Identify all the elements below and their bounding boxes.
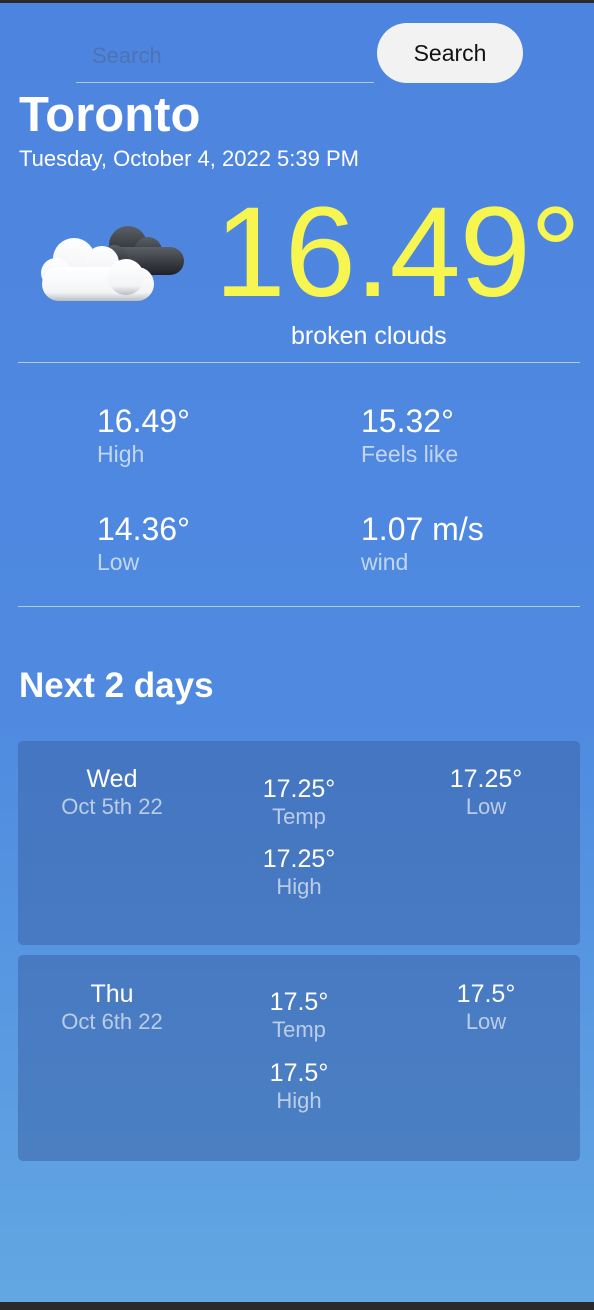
stat-feels-like-value: 15.32° <box>361 403 454 439</box>
forecast-day-card: Thu Oct 6th 22 17.5° Temp 17.5° High 17.… <box>18 955 580 1161</box>
forecast-temp-value: 17.5° <box>269 988 329 1016</box>
stat-low-label: Low <box>97 549 140 575</box>
weather-description: broken clouds <box>291 322 447 350</box>
search-input[interactable] <box>76 29 374 83</box>
forecast-low: 17.5° Low <box>416 980 556 1035</box>
divider <box>18 362 580 363</box>
forecast-high-value: 17.5° <box>269 1059 329 1087</box>
divider <box>18 606 580 607</box>
forecast-day-card: Wed Oct 5th 22 17.25° Temp 17.25° High 1… <box>18 741 580 945</box>
forecast-high-value: 17.25° <box>262 845 336 873</box>
forecast-day-name: Thu <box>90 980 134 1008</box>
forecast-temp-value: 17.25° <box>262 775 336 803</box>
forecast-low-value: 17.5° <box>456 980 516 1008</box>
stat-high-value: 16.49° <box>97 403 190 439</box>
stat-high-label: High <box>97 441 145 467</box>
forecast-day: Wed Oct 5th 22 <box>42 765 182 820</box>
current-datetime: Tuesday, October 4, 2022 5:39 PM <box>19 146 359 171</box>
forecast-temp: 17.5° Temp <box>229 988 369 1043</box>
stat-high: 16.49° High <box>97 403 190 468</box>
stat-feels-like-label: Feels like <box>361 441 459 467</box>
forecast-high-label: High <box>276 1088 322 1113</box>
forecast-day: Thu Oct 6th 22 <box>42 980 182 1035</box>
broken-clouds-icon <box>41 226 184 301</box>
forecast-temp-label: Temp <box>272 1017 326 1042</box>
search-button[interactable]: Search <box>377 23 523 83</box>
stat-wind: 1.07 m/s wind <box>361 511 484 576</box>
forecast-high: 17.25° High <box>229 845 369 900</box>
forecast-temp: 17.25° Temp <box>229 775 369 830</box>
forecast-high: 17.5° High <box>229 1059 369 1114</box>
forecast-date: Oct 5th 22 <box>61 794 163 819</box>
stat-wind-value: 1.07 m/s <box>361 511 484 547</box>
forecast-low: 17.25° Low <box>416 765 556 820</box>
stat-low-value: 14.36° <box>97 511 190 547</box>
forecast-low-value: 17.25° <box>449 765 523 793</box>
forecast-day-name: Wed <box>86 765 138 793</box>
stat-low: 14.36° Low <box>97 511 190 576</box>
weather-app: Search Toronto Tuesday, October 4, 2022 … <box>0 3 594 1302</box>
forecast-low-label: Low <box>465 794 507 819</box>
forecast-date: Oct 6th 22 <box>61 1009 163 1034</box>
city-name: Toronto <box>19 88 201 142</box>
current-temperature: 16.49° <box>214 181 581 324</box>
stat-wind-label: wind <box>361 549 409 575</box>
forecast-title: Next 2 days <box>19 666 214 705</box>
forecast-low-label: Low <box>465 1009 507 1034</box>
forecast-high-label: High <box>276 874 322 899</box>
stat-feels-like: 15.32° Feels like <box>361 403 458 468</box>
forecast-temp-label: Temp <box>272 804 326 829</box>
